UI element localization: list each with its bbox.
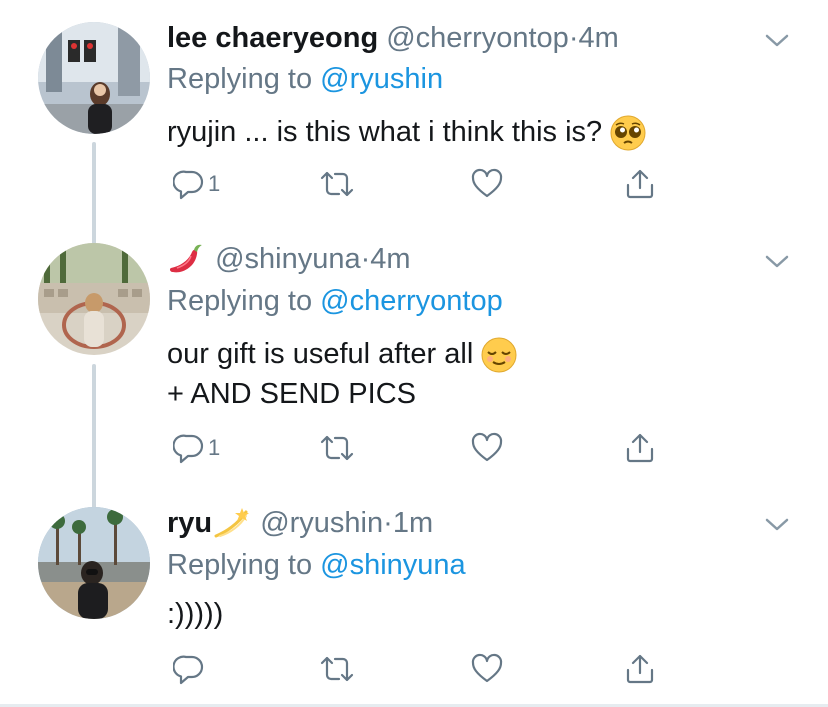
avatar[interactable] — [38, 507, 150, 619]
hot-pepper-emoji — [167, 242, 207, 278]
pleading-face-emoji — [610, 115, 646, 151]
handle[interactable]: @cherryontop — [386, 22, 569, 54]
chevron-down-icon[interactable] — [763, 514, 791, 534]
timestamp[interactable]: 4m — [370, 243, 410, 275]
retweet-icon — [320, 435, 354, 461]
replying-to-label: Replying to — [167, 285, 313, 317]
tweet-text-line: :))))) — [167, 598, 224, 630]
tweet-actions: 1 — [167, 430, 667, 466]
tweet-text: ryujin ... is this what i think this is? — [167, 112, 646, 152]
dizzy-emoji — [212, 506, 252, 542]
replying-to: Replying to @cherryontop — [167, 283, 503, 319]
user-photo-avatar — [38, 507, 150, 619]
retweet-icon — [320, 656, 354, 682]
tweet-text-line: + AND SEND PICS — [167, 378, 416, 410]
avatar[interactable] — [38, 22, 150, 134]
share-button[interactable] — [624, 430, 656, 466]
reply-count: 1 — [208, 171, 221, 196]
replying-to: Replying to @shinyuna — [167, 547, 466, 583]
share-icon — [626, 654, 654, 684]
replying-to-mention[interactable]: @cherryontop — [320, 285, 503, 317]
share-icon — [626, 433, 654, 463]
replying-to-label: Replying to — [167, 549, 313, 581]
tweet-text-line: our gift is useful after all — [167, 338, 474, 370]
display-name[interactable]: ryu — [167, 507, 212, 539]
tweet-text: :))))) — [167, 594, 223, 634]
thread-connector — [92, 364, 96, 512]
chevron-down-icon[interactable] — [763, 251, 791, 271]
timestamp[interactable]: 1m — [393, 507, 433, 539]
handle[interactable]: @shinyuna — [215, 243, 361, 275]
retweet-button[interactable] — [319, 166, 355, 202]
share-button[interactable] — [624, 651, 656, 687]
tweet-text-line: ryujin ... is this what i think this is? — [167, 116, 603, 148]
like-button[interactable] — [470, 430, 504, 466]
chevron-down-icon[interactable] — [763, 30, 791, 50]
reply-count: 1 — [208, 435, 221, 460]
reply-button[interactable]: 1 — [173, 430, 220, 466]
replying-to-label: Replying to — [167, 63, 313, 95]
reply-button[interactable] — [173, 651, 208, 687]
tweet-actions: 1 — [167, 166, 667, 202]
tweet-header: lee chaeryeong @cherryontop·4m — [167, 20, 619, 56]
retweet-button[interactable] — [319, 430, 355, 466]
replying-to-mention[interactable]: @ryushin — [320, 63, 443, 95]
reply-button[interactable]: 1 — [173, 166, 220, 202]
retweet-button[interactable] — [319, 651, 355, 687]
share-button[interactable] — [624, 166, 656, 202]
replying-to: Replying to @ryushin — [167, 61, 443, 97]
thread-connector — [92, 142, 96, 250]
user-photo-avatar — [38, 243, 150, 355]
reply-icon — [173, 434, 204, 464]
separator-dot: · — [383, 507, 393, 539]
avatar[interactable] — [38, 243, 150, 355]
relieved-face-emoji — [481, 337, 517, 373]
timestamp[interactable]: 4m — [578, 22, 618, 54]
heart-icon — [471, 432, 503, 462]
reply-icon — [173, 655, 204, 685]
user-photo-avatar — [38, 22, 150, 134]
like-button[interactable] — [470, 651, 504, 687]
retweet-icon — [320, 171, 354, 197]
heart-icon — [471, 653, 503, 683]
tweet-actions — [167, 651, 667, 687]
like-button[interactable] — [470, 166, 504, 202]
tweet-text: our gift is useful after all + AND SEND … — [167, 334, 517, 414]
handle[interactable]: @ryushin — [260, 507, 383, 539]
share-icon — [626, 169, 654, 199]
replying-to-mention[interactable]: @shinyuna — [320, 549, 466, 581]
display-name[interactable]: lee chaeryeong — [167, 22, 378, 54]
tweet-header: @shinyuna·4m — [167, 241, 411, 278]
separator-dot: · — [360, 243, 371, 275]
reply-icon — [173, 170, 204, 200]
tweet-header: ryu @ryushin·1m — [167, 505, 433, 542]
heart-icon — [471, 168, 503, 198]
